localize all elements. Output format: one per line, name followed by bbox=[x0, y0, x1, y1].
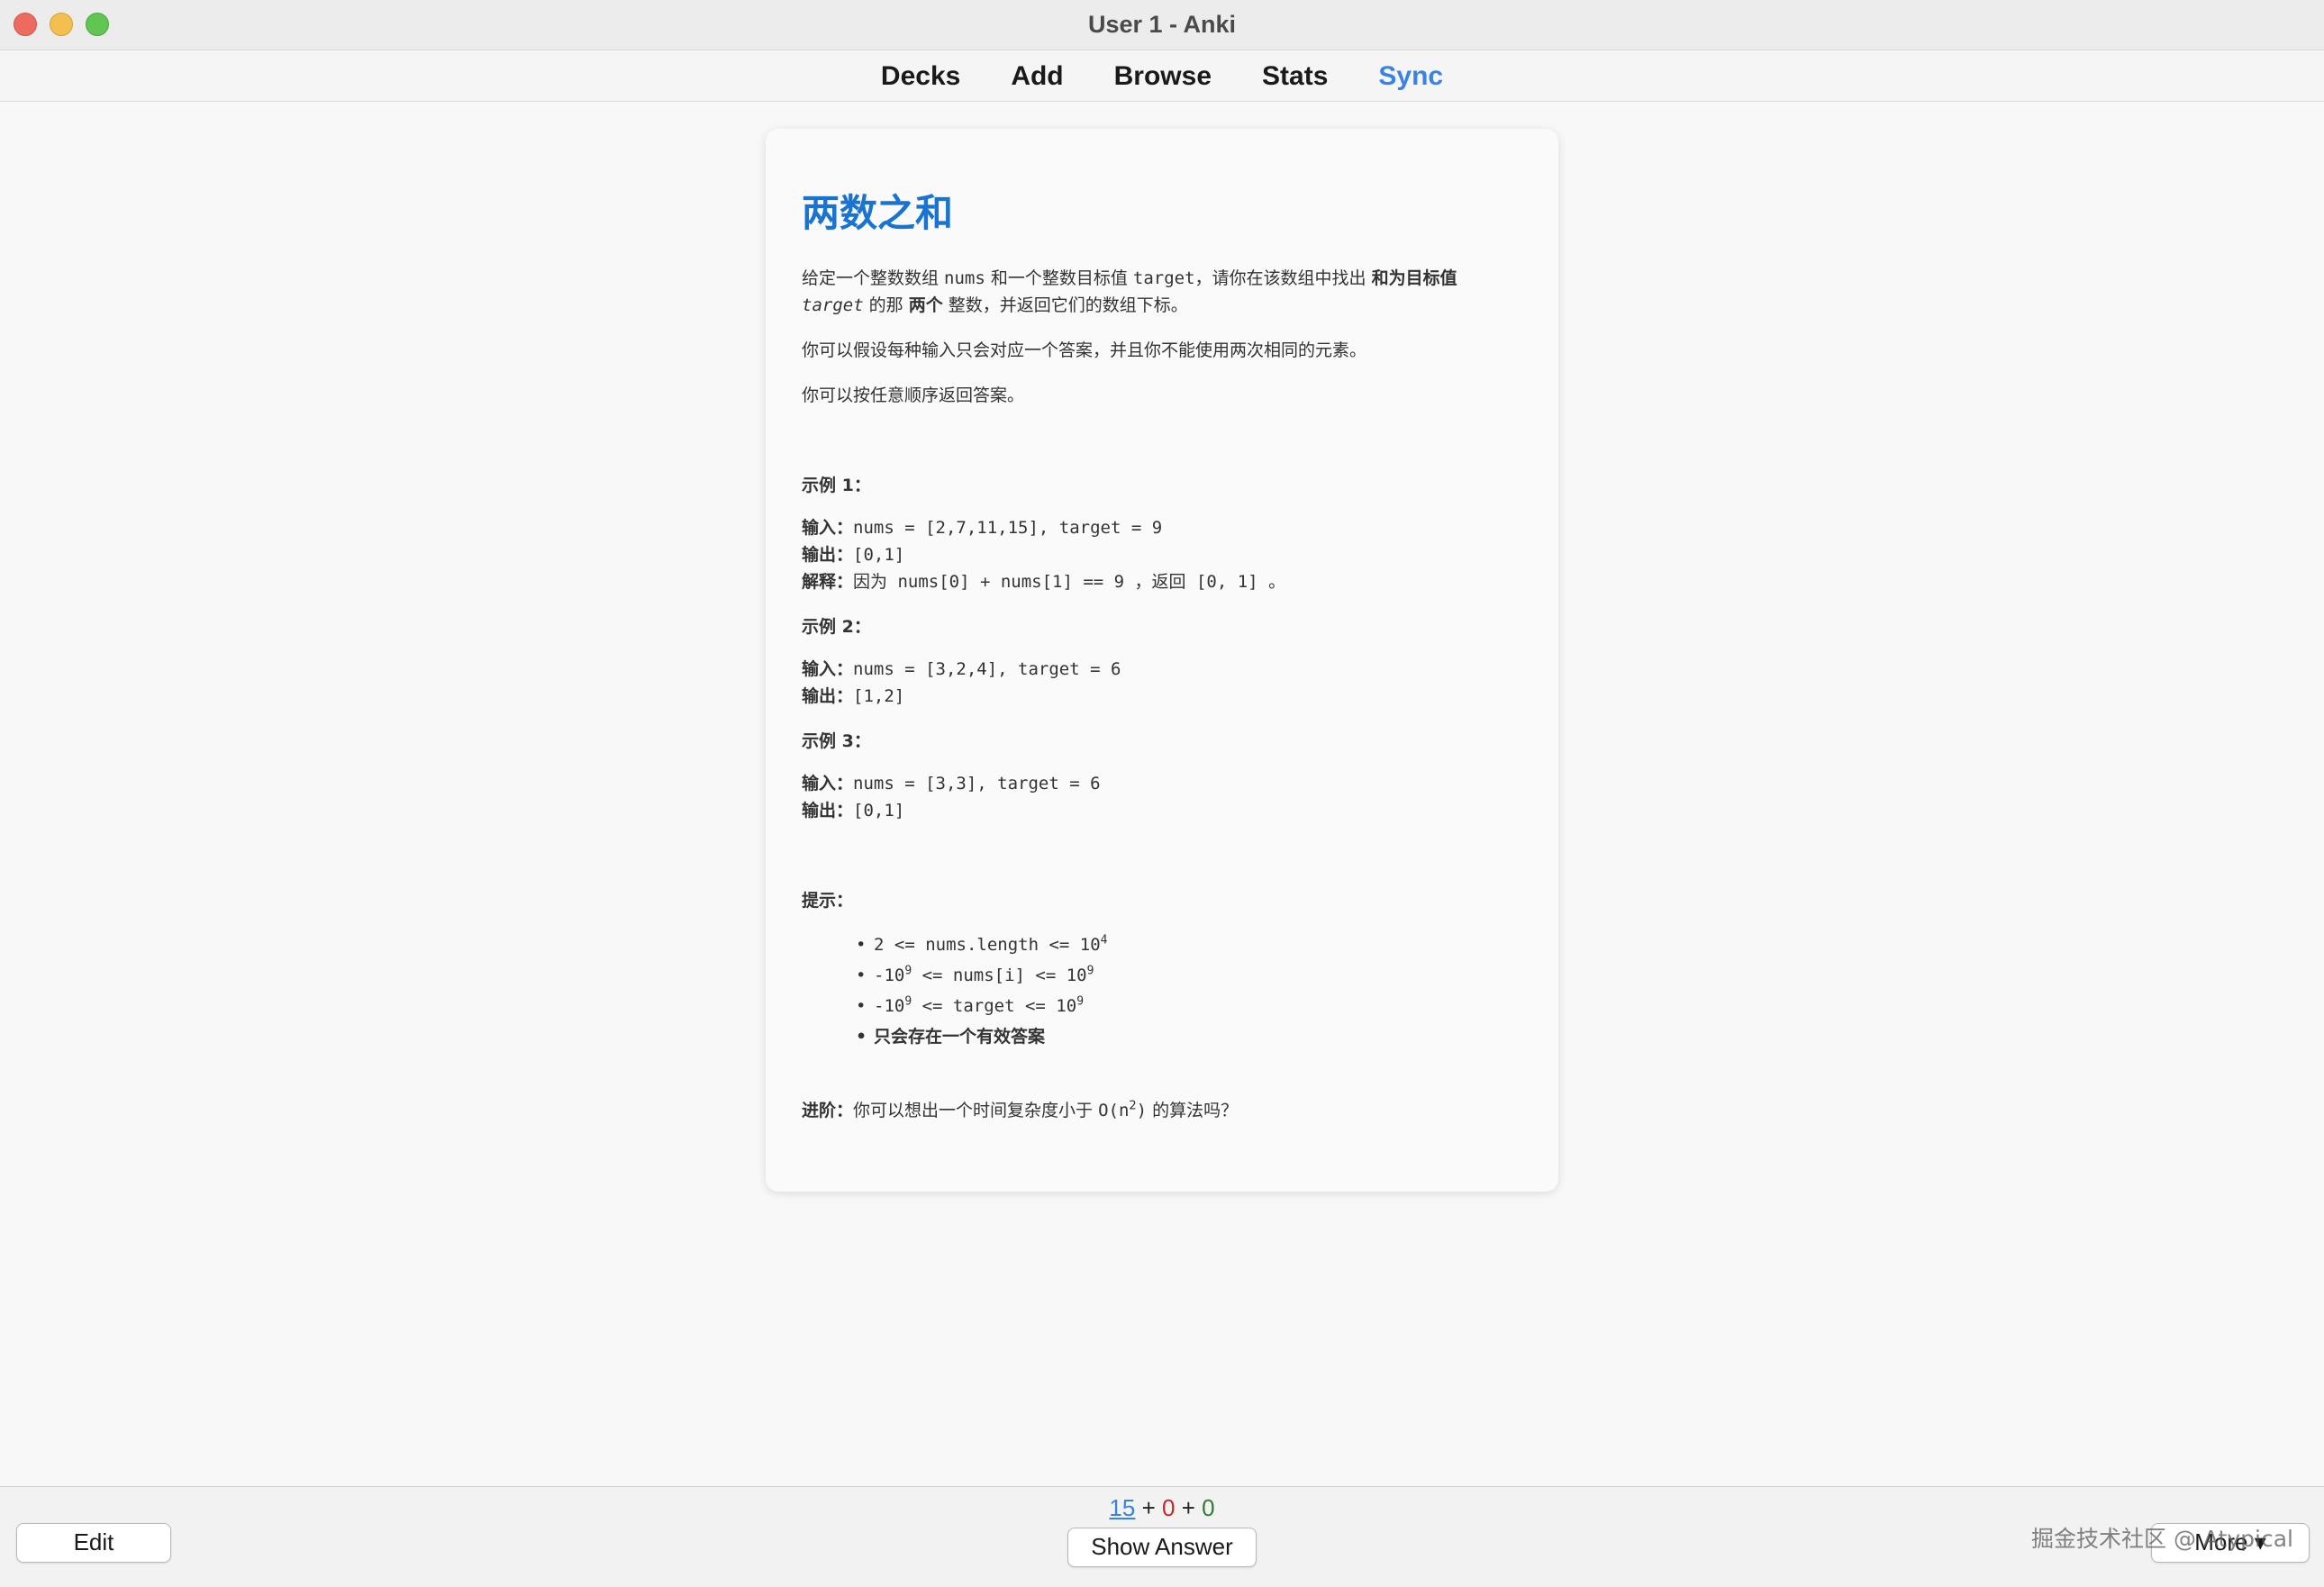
list-item: -109 <= target <= 109 bbox=[856, 991, 1522, 1021]
toolbar-sync[interactable]: Sync bbox=[1378, 61, 1443, 92]
window-title: User 1 - Anki bbox=[1087, 11, 1237, 38]
example-3: 输入：nums = [3,3], target = 6 输出：[0,1] bbox=[802, 770, 1522, 824]
toolbar-nav: Decks Add Browse Stats Sync bbox=[881, 51, 1443, 102]
text: 2 <= nums.length <= 10 bbox=[874, 935, 1101, 955]
hints-heading: 提示： bbox=[802, 891, 854, 911]
review-count: 0 bbox=[1202, 1494, 1215, 1521]
text: -10 bbox=[874, 966, 905, 985]
example-2: 输入：nums = [3,2,4], target = 6 输出：[1,2] bbox=[802, 656, 1522, 710]
title-bar: User 1 - Anki bbox=[0, 0, 2324, 50]
example-explanation: 因为 nums[0] + nums[1] == 9 ，返回 [0, 1] 。 bbox=[853, 572, 1286, 592]
example-1-heading: 示例 1： bbox=[802, 476, 871, 495]
example-output: [0,1] bbox=[853, 801, 905, 821]
superscript: 9 bbox=[904, 994, 912, 1009]
problem-note-1: 你可以假设每种输入只会对应一个答案，并且你不能使用两次相同的元素。 bbox=[802, 340, 1367, 360]
due-counts: 15 + 0 + 0 bbox=[0, 1494, 2324, 1522]
code: O(n bbox=[1098, 1101, 1130, 1120]
flashcard: 两数之和 给定一个整数数组 nums 和一个整数目标值 target，请你在该数… bbox=[766, 129, 1558, 1192]
superscript: 9 bbox=[1076, 994, 1085, 1009]
plus-sign: + bbox=[1181, 1494, 1195, 1521]
list-item: 只会存在一个有效答案 bbox=[856, 1021, 1522, 1052]
text: <= target <= 10 bbox=[912, 996, 1077, 1016]
text: 的算法吗？ bbox=[1147, 1101, 1239, 1120]
text: 和一个整数目标值 bbox=[985, 268, 1133, 288]
example-input: nums = [2,7,11,15], target = 9 bbox=[853, 518, 1163, 538]
label: 解释： bbox=[802, 572, 854, 592]
plus-sign: + bbox=[1141, 1494, 1156, 1521]
text: 的那 bbox=[863, 295, 909, 315]
text: 给定一个整数数组 bbox=[802, 268, 945, 288]
list-item: -109 <= nums[i] <= 109 bbox=[856, 960, 1522, 991]
code-target: target bbox=[1132, 268, 1195, 288]
show-answer-button[interactable]: Show Answer bbox=[1067, 1528, 1257, 1567]
hints-list: 2 <= nums.length <= 104 -109 <= nums[i] … bbox=[856, 930, 1522, 1052]
edit-button[interactable]: Edit bbox=[16, 1523, 171, 1563]
example-3-heading: 示例 3： bbox=[802, 731, 871, 751]
example-input: nums = [3,3], target = 6 bbox=[853, 774, 1101, 794]
problem-description: 给定一个整数数组 nums 和一个整数目标值 target，请你在该数组中找出 … bbox=[802, 265, 1522, 319]
example-2-heading: 示例 2： bbox=[802, 617, 871, 637]
text: -10 bbox=[874, 996, 905, 1016]
more-button[interactable]: More ▾ bbox=[2151, 1523, 2310, 1563]
label: 输入： bbox=[802, 659, 854, 679]
bottom-bar: 15 + 0 + 0 Edit Show Answer More ▾ 掘金技术社… bbox=[0, 1486, 2324, 1587]
text: <= nums[i] <= 10 bbox=[912, 966, 1087, 985]
new-count[interactable]: 15 bbox=[1109, 1494, 1135, 1521]
advanced-note: 进阶：你可以想出一个时间复杂度小于 O(n2) 的算法吗？ bbox=[802, 1097, 1522, 1124]
code: ) bbox=[1136, 1101, 1148, 1120]
main-toolbar: Decks Add Browse Stats Sync bbox=[0, 51, 2324, 102]
toolbar-add[interactable]: Add bbox=[1011, 61, 1063, 92]
bold-text: 两个 bbox=[908, 295, 943, 315]
toolbar-decks[interactable]: Decks bbox=[881, 61, 960, 92]
list-item: 2 <= nums.length <= 104 bbox=[856, 930, 1522, 960]
italic-target: target bbox=[802, 295, 864, 315]
superscript: 4 bbox=[1100, 933, 1108, 948]
label: 输出： bbox=[802, 545, 854, 565]
label: 进阶： bbox=[802, 1101, 854, 1120]
superscript: 9 bbox=[1086, 964, 1094, 978]
text: ，请你在该数组中找出 bbox=[1194, 268, 1372, 288]
example-output: [1,2] bbox=[853, 686, 905, 706]
example-output: [0,1] bbox=[853, 545, 905, 565]
card-title: 两数之和 bbox=[802, 191, 954, 235]
code-nums: nums bbox=[944, 268, 985, 288]
example-input: nums = [3,2,4], target = 6 bbox=[853, 659, 1121, 679]
problem-note-2: 你可以按任意顺序返回答案。 bbox=[802, 385, 1025, 405]
superscript: 9 bbox=[904, 964, 912, 978]
learn-count: 0 bbox=[1161, 1494, 1176, 1521]
text: 你可以想出一个时间复杂度小于 bbox=[853, 1101, 1099, 1120]
text: 整数，并返回它们的数组下标。 bbox=[942, 295, 1188, 315]
example-1: 输入：nums = [2,7,11,15], target = 9 输出：[0,… bbox=[802, 514, 1522, 595]
bold-text: 和为目标值 bbox=[1371, 268, 1457, 288]
label: 输出： bbox=[802, 686, 854, 706]
label: 输入： bbox=[802, 774, 854, 794]
label: 输入： bbox=[802, 518, 854, 538]
superscript: 2 bbox=[1129, 1099, 1137, 1113]
toolbar-browse[interactable]: Browse bbox=[1114, 61, 1212, 92]
toolbar-stats[interactable]: Stats bbox=[1262, 61, 1328, 92]
label: 输出： bbox=[802, 801, 854, 821]
